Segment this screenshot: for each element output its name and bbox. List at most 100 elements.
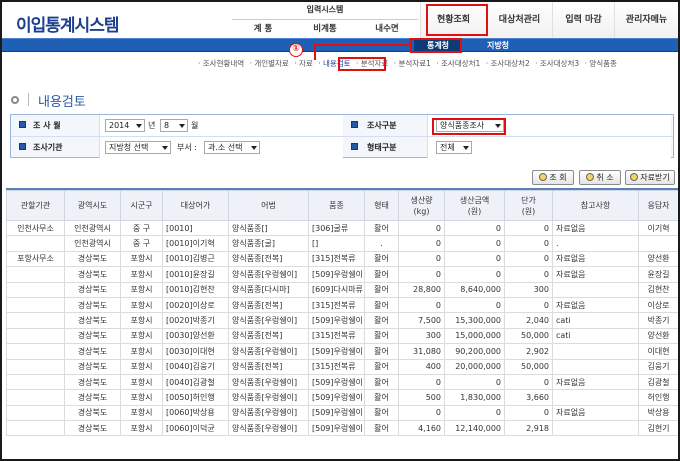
cancel-button[interactable]: 취 소 [579, 170, 621, 185]
survey-month-field: 2014 년 8 월 [99, 115, 343, 136]
menu-admin[interactable]: 관리자메뉴 [614, 2, 678, 38]
link-survey-target-2[interactable]: · 조사대상처2 [486, 59, 530, 68]
cell-production-kg: 500 [398, 389, 445, 406]
header-unit-price[interactable]: 단가 (원) [504, 190, 553, 221]
app-logo[interactable]: 이입통계시스템 [16, 11, 119, 36]
month-select-value: 8 [164, 121, 170, 130]
cell-form: 활어 [364, 281, 399, 298]
results-table: 관할기관 광역시도 시군구 대상어가 어법 품종 형태 생산량 (kg) 생산금액 (원) 단가 … [6, 190, 678, 437]
chevron-down-icon [179, 124, 185, 128]
table-row[interactable]: 경상북도 포항시 [0060]박상용 양식품종[우렁쉥이] [509]우렁쉥이 활어 0 0 0… [6, 404, 678, 422]
cell-unit-price: 0 [504, 250, 553, 268]
header-remarks[interactable]: 참고사항 [552, 190, 639, 221]
header-fishing-method[interactable]: 어법 [228, 190, 309, 221]
header-respondent[interactable]: 응답자 [638, 190, 678, 221]
cell-jurisdiction [6, 266, 65, 283]
table-row[interactable]: 경상북도 포항시 [0020]박종기 양식품종[우렁쉥이] [509]우렁쉥이 활어 7,5… [6, 312, 678, 329]
cell-respondent: 박종기 [638, 312, 678, 329]
dept-select[interactable]: 과.소 선택 [204, 141, 260, 154]
cell-production-amount: 15,000,000 [444, 327, 505, 345]
table-row[interactable]: 경상북도 포항시 [0060]이덕균 양식품종[우렁쉥이] [509]우렁쉥이 활어 4,1… [6, 420, 678, 437]
cell-unit-price: 3,660 [504, 389, 553, 406]
cell-target-household: [0030]이대현 [162, 343, 229, 360]
table-row[interactable]: 경상북도 포항시 [0040]김웅기 양식품종[전복] [315]전복류 활어 400 20,… [6, 358, 678, 375]
input-system-menu: 입력시스템 계 통 비계통 내수면 [232, 2, 418, 38]
undo-icon [586, 173, 595, 181]
form-type-select-value: 전체 [440, 143, 455, 152]
table-row[interactable]: 경상북도 포항시 [0020]이상로 양식품종[전복] [315]전복류 활어 0 0 0 자료없… [6, 296, 678, 314]
cell-respondent: 이대현 [638, 343, 678, 360]
search-button[interactable]: 조 회 [532, 170, 574, 185]
cell-respondent: 김웅기 [638, 358, 678, 375]
cell-target-household: [0020]박종기 [162, 312, 229, 329]
table-row[interactable]: 경상북도 포항시 [0040]김광철 양식품종[우렁쉥이] [509]우렁쉥이 활어 0 0 0… [6, 373, 678, 391]
cell-district: 포항시 [120, 404, 163, 422]
cell-fishing-method: 양식품종[우렁쉥이] [228, 266, 309, 283]
results-table-container[interactable]: 관할기관 광역시도 시군구 대상어가 어법 품종 형태 생산량 (kg) 생산금액 (원) 단가 … [6, 188, 678, 459]
cell-unit-price: 0 [504, 266, 553, 283]
input-system-title[interactable]: 입력시스템 [232, 4, 418, 15]
link-analysis-data-1[interactable]: · 분석자료1 [394, 59, 431, 68]
header-species[interactable]: 품종 [308, 190, 365, 221]
link-individual-data[interactable]: · 개인별자료 [250, 59, 289, 68]
table-row[interactable]: 경상북도 포항시 [0050]허인행 양식품종[우렁쉥이] [509]우렁쉥이 활어 500… [6, 389, 678, 406]
table-row[interactable]: 경상북도 포항시 [0010]김현찬 양식품종[다시마] [609]다시마류 활어 28,8… [6, 281, 678, 298]
cell-unit-price: 2,918 [504, 420, 553, 437]
cell-district: 포항시 [120, 250, 163, 268]
table-row[interactable]: 인천광역시 중 구 [0010]이기혁 양식품종[굴][]. 0 0 0. [6, 235, 678, 252]
survey-month-bullet-icon [19, 121, 26, 128]
input-system-tab-system[interactable]: 계 통 [232, 19, 294, 37]
year-select[interactable]: 2014 [105, 119, 145, 132]
table-row[interactable]: 경상북도 포항시 [0030]양선환 양식품종[전복] [315]전복류 활어 300 15,… [6, 327, 678, 345]
cell-remarks: 자료없음 [552, 250, 639, 268]
link-survey-status[interactable]: · 조사현황내역 [198, 59, 244, 68]
download-button[interactable]: 자료받기 [625, 170, 675, 185]
cell-production-kg: 4,160 [398, 420, 445, 437]
cell-production-amount: 0 [444, 404, 505, 422]
cell-district: 포항시 [120, 312, 163, 329]
cell-district: 포항시 [120, 420, 163, 437]
menu-target-management[interactable]: 대상처관리 [486, 2, 552, 38]
agency-select[interactable]: 지방청 선택 [105, 141, 171, 154]
header-target-household[interactable]: 대상어가 [162, 190, 229, 221]
link-survey-target-3[interactable]: · 조사대상처3 [535, 59, 579, 68]
header-production-amount[interactable]: 생산금액 (원) [444, 190, 505, 221]
cell-target-household: [0030]양선환 [162, 327, 229, 345]
agency-bullet-icon [19, 143, 26, 150]
cell-production-kg: 0 [398, 235, 445, 252]
cell-respondent: 김현기 [638, 420, 678, 437]
cell-species: [509]우렁쉥이 [308, 404, 365, 422]
header-jurisdiction[interactable]: 관할기관 [6, 190, 65, 221]
table-row[interactable]: 경상북도 포항시 [0010]윤장길 양식품종[우렁쉥이] [509]우렁쉥이 활어 0 0 0… [6, 266, 678, 283]
menu-input-close[interactable]: 입력 마감 [552, 2, 614, 38]
link-survey-target-1[interactable]: · 조사대상처1 [436, 59, 480, 68]
header-district[interactable]: 시군구 [120, 190, 163, 221]
content-menu-links: · 조사현황내역 · 개인별자료 · 자료 · 내용검토 · 분석자료 · 분석… [198, 58, 678, 69]
cell-production-amount: 0 [444, 296, 505, 314]
input-system-tab-nonsystem[interactable]: 비계통 [294, 19, 356, 37]
link-data[interactable]: · 자료 [294, 59, 313, 68]
cell-fishing-method: 양식품종[전복] [228, 296, 309, 314]
cell-respondent: 양선환 [638, 327, 678, 345]
search-row-1: 조 사 월 2014 년 8 월 조사구분 양식품종조사 [11, 115, 673, 136]
tab-regional-office[interactable]: 지방청 [474, 39, 522, 52]
cell-remarks [552, 389, 639, 406]
header-province[interactable]: 광역시도 [64, 190, 121, 221]
form-type-select[interactable]: 전체 [436, 141, 472, 154]
table-row[interactable]: 경상북도 포항시 [0030]이대현 양식품종[우렁쉥이] [509]우렁쉥이 활어 31,… [6, 343, 678, 360]
highlight-status-menu [426, 4, 488, 36]
cell-respondent: 허인행 [638, 389, 678, 406]
cell-province: 경상북도 [64, 250, 121, 268]
highlight-statistics-tab [410, 38, 462, 53]
input-system-tab-inland[interactable]: 내수면 [356, 19, 418, 37]
header-production-kg[interactable]: 생산량 (kg) [398, 190, 445, 221]
cell-respondent: 박상용 [638, 404, 678, 422]
table-row[interactable]: 포항사무소 경상북도 포항시 [0010]김병근 양식품종[전복] [315]전복류 활어 0… [6, 250, 678, 268]
link-aquaculture-species[interactable]: · 양식품종 [585, 59, 617, 68]
header-form[interactable]: 형태 [364, 190, 399, 221]
month-select[interactable]: 8 [160, 119, 188, 132]
cell-fishing-method: 양식품종[] [228, 219, 309, 237]
cell-unit-price: 300 [504, 281, 553, 298]
table-row[interactable]: 인천사무소 인천광역시 중 구 [0010] 양식품종[] [306]굴류 활어 0 0 0 자료없… [6, 219, 678, 237]
cell-target-household: [0040]김광철 [162, 373, 229, 391]
